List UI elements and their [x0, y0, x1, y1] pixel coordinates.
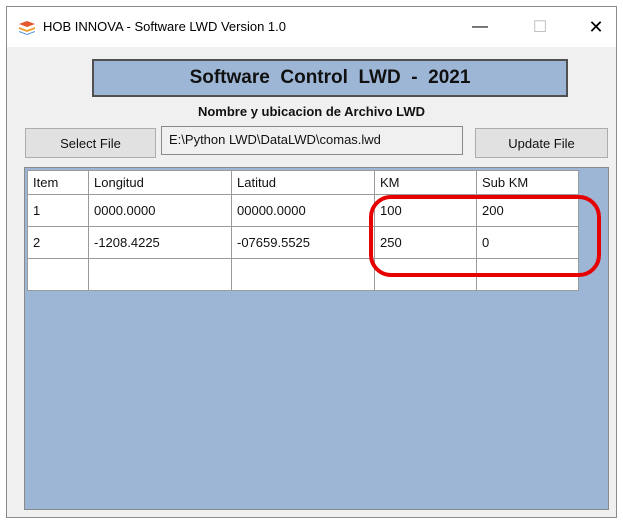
- table-row-new[interactable]: [27, 258, 579, 291]
- update-file-button[interactable]: Update File: [475, 128, 608, 158]
- column-header-km[interactable]: KM: [374, 170, 477, 195]
- grid-header-row: Item Longitud Latitud KM Sub KM: [27, 170, 579, 195]
- maximize-button[interactable]: ☐: [517, 7, 563, 47]
- cell-longitud[interactable]: [88, 258, 232, 291]
- cell-km[interactable]: 100: [374, 194, 477, 227]
- cell-km[interactable]: [374, 258, 477, 291]
- cell-sub-km[interactable]: 0: [476, 226, 579, 259]
- title-bar[interactable]: HOB INNOVA - Software LWD Version 1.0 — …: [7, 7, 616, 47]
- cell-latitud[interactable]: 00000.0000: [231, 194, 375, 227]
- cell-latitud[interactable]: -07659.5525: [231, 226, 375, 259]
- table-row[interactable]: 1 0000.0000 00000.0000 100 200: [27, 194, 579, 227]
- close-button[interactable]: ✕: [573, 7, 619, 47]
- cell-longitud[interactable]: 0000.0000: [88, 194, 232, 227]
- cell-latitud[interactable]: [231, 258, 375, 291]
- cell-item[interactable]: 2: [27, 226, 89, 259]
- select-file-button[interactable]: Select File: [25, 128, 156, 158]
- app-window: HOB INNOVA - Software LWD Version 1.0 — …: [6, 6, 617, 518]
- window-title: HOB INNOVA - Software LWD Version 1.0: [43, 19, 286, 34]
- column-header-latitud[interactable]: Latitud: [231, 170, 375, 195]
- table-row[interactable]: 2 -1208.4225 -07659.5525 250 0: [27, 226, 579, 259]
- cell-km[interactable]: 250: [374, 226, 477, 259]
- column-header-longitud[interactable]: Longitud: [88, 170, 232, 195]
- minimize-button[interactable]: —: [457, 7, 503, 47]
- cell-sub-km[interactable]: 200: [476, 194, 579, 227]
- column-header-item[interactable]: Item: [27, 170, 89, 195]
- cell-longitud[interactable]: -1208.4225: [88, 226, 232, 259]
- file-path-field[interactable]: E:\Python LWD\DataLWD\comas.lwd: [161, 126, 463, 155]
- data-grid[interactable]: Item Longitud Latitud KM Sub KM 1 0000.0…: [27, 170, 579, 291]
- file-section-heading: Nombre y ubicacion de Archivo LWD: [197, 104, 426, 119]
- stacked-layers-icon: [19, 21, 35, 35]
- column-header-sub-km[interactable]: Sub KM: [476, 170, 579, 195]
- data-grid-area[interactable]: Item Longitud Latitud KM Sub KM 1 0000.0…: [24, 167, 609, 510]
- cell-item[interactable]: 1: [27, 194, 89, 227]
- cell-item[interactable]: [27, 258, 89, 291]
- cell-sub-km[interactable]: [476, 258, 579, 291]
- app-banner-title: Software Control LWD - 2021: [92, 59, 568, 97]
